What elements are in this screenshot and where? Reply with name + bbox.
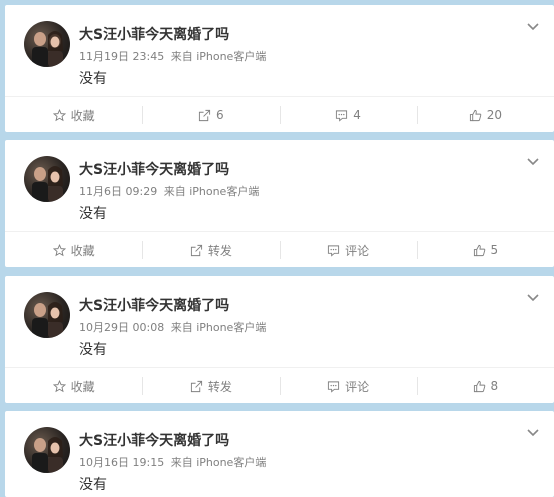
post-time[interactable]: 10月29日 00:08 [79, 321, 164, 334]
chevron-down-icon[interactable] [526, 21, 540, 31]
user-name[interactable]: 大S汪小菲今天离婚了吗 [79, 295, 229, 315]
post-actions: 收藏 6 4 20 [5, 96, 554, 133]
post-content: 没有 [79, 342, 107, 358]
star-icon [52, 243, 66, 256]
post-content: 没有 [79, 71, 107, 87]
repost-label: 转发 [207, 243, 232, 258]
thumbs-up-icon [469, 109, 482, 121]
post-time[interactable]: 11月19日 23:45 [79, 50, 164, 63]
weibo-post-card: 大S汪小菲今天离婚了吗 11月6日 09:29 来自 iPhone客户端 没有 … [5, 140, 554, 267]
user-name[interactable]: 大S汪小菲今天离婚了吗 [79, 24, 229, 44]
chevron-down-icon[interactable] [526, 156, 540, 166]
favorite-label: 收藏 [70, 243, 95, 258]
comment-icon [336, 109, 348, 122]
thumbs-up-icon [473, 244, 485, 256]
comment-label: 评论 [345, 243, 370, 258]
repost-button[interactable]: 6 [142, 97, 279, 133]
post-meta: 11月6日 09:29 来自 iPhone客户端 [79, 183, 259, 199]
weibo-post-card: 大S汪小菲今天离婚了吗 11月19日 23:45 来自 iPhone客户端 没有… [5, 5, 554, 132]
chevron-down-icon[interactable] [526, 427, 540, 437]
favorite-button[interactable]: 收藏 [5, 368, 142, 404]
post-actions: 收藏 转发 评论 5 [5, 231, 554, 268]
user-avatar[interactable] [24, 21, 70, 67]
repost-icon [190, 244, 202, 256]
like-button[interactable]: 8 [416, 368, 554, 404]
like-button[interactable]: 5 [416, 232, 554, 268]
favorite-label: 收藏 [70, 108, 95, 123]
like-count: 5 [490, 243, 499, 257]
star-icon [52, 379, 66, 392]
user-name[interactable]: 大S汪小菲今天离婚了吗 [79, 430, 229, 450]
weibo-post-card: 大S汪小菲今天离婚了吗 10月29日 00:08 来自 iPhone客户端 没有… [5, 276, 554, 403]
post-meta: 10月29日 00:08 来自 iPhone客户端 [79, 319, 266, 335]
avatar-photo-icon [32, 302, 63, 338]
like-button[interactable]: 20 [416, 97, 554, 133]
comment-button[interactable]: 4 [279, 97, 417, 133]
post-time[interactable]: 11月6日 09:29 [79, 185, 157, 198]
comment-label: 评论 [345, 379, 370, 394]
like-count: 20 [486, 108, 503, 122]
favorite-button[interactable]: 收藏 [5, 232, 142, 268]
user-name[interactable]: 大S汪小菲今天离婚了吗 [79, 159, 229, 179]
avatar-photo-icon [32, 437, 63, 473]
favorite-button[interactable]: 收藏 [5, 97, 142, 133]
repost-label: 转发 [207, 379, 232, 394]
post-content: 没有 [79, 206, 107, 222]
post-content: 没有 [79, 477, 107, 493]
post-source[interactable]: 来自 iPhone客户端 [164, 185, 260, 198]
chevron-down-icon[interactable] [526, 292, 540, 302]
repost-icon [198, 109, 211, 121]
comment-icon [328, 380, 340, 393]
avatar-photo-icon [32, 31, 63, 67]
thumbs-up-icon [473, 380, 485, 392]
avatar-photo-icon [32, 166, 63, 202]
repost-icon [190, 380, 202, 392]
post-meta: 11月19日 23:45 来自 iPhone客户端 [79, 48, 266, 64]
comment-count: 4 [353, 108, 361, 122]
post-source[interactable]: 来自 iPhone客户端 [171, 321, 267, 334]
user-avatar[interactable] [24, 156, 70, 202]
favorite-label: 收藏 [70, 379, 95, 394]
repost-count: 6 [216, 108, 224, 122]
post-source[interactable]: 来自 iPhone客户端 [171, 456, 267, 469]
post-time[interactable]: 10月16日 19:15 [79, 456, 164, 469]
post-actions: 收藏 转发 评论 8 [5, 367, 554, 404]
like-count: 8 [490, 379, 499, 393]
user-avatar[interactable] [24, 427, 70, 473]
user-avatar[interactable] [24, 292, 70, 338]
comment-button[interactable]: 评论 [279, 232, 417, 268]
repost-button[interactable]: 转发 [142, 232, 279, 268]
comment-button[interactable]: 评论 [279, 368, 417, 404]
post-source[interactable]: 来自 iPhone客户端 [171, 50, 267, 63]
repost-button[interactable]: 转发 [142, 368, 279, 404]
star-icon [52, 108, 66, 121]
post-meta: 10月16日 19:15 来自 iPhone客户端 [79, 454, 266, 470]
comment-icon [328, 244, 340, 257]
weibo-post-card: 大S汪小菲今天离婚了吗 10月16日 19:15 来自 iPhone客户端 没有 [5, 411, 554, 497]
